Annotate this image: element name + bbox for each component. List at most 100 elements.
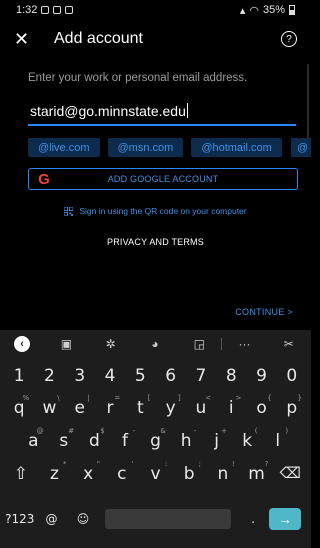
period-key[interactable]: . xyxy=(237,512,269,526)
key-label: f xyxy=(121,431,128,451)
qr-signin-link[interactable]: Sign in using the QR code on your comput… xyxy=(0,206,311,216)
key-label: v xyxy=(150,464,161,484)
letter-key[interactable]: w \ xyxy=(34,394,64,418)
more-button[interactable]: ··· xyxy=(222,330,266,358)
letter-key[interactable]: z * xyxy=(38,460,72,484)
key-label: l xyxy=(275,431,281,451)
voice-button[interactable]: ✂ xyxy=(267,330,311,358)
clipboard-button[interactable]: ▣ xyxy=(44,330,88,358)
number-key[interactable]: 1 xyxy=(4,366,34,386)
key-alt-label: { xyxy=(267,394,272,402)
key-alt-label: > xyxy=(235,394,242,402)
letter-key[interactable]: u < xyxy=(186,394,216,418)
shift-key[interactable]: ⇧ xyxy=(4,464,38,484)
letter-key[interactable]: h- xyxy=(171,427,202,451)
emoji-key[interactable]: ☺ xyxy=(67,512,99,526)
number-key[interactable]: 3 xyxy=(65,366,95,386)
letter-key[interactable]: i > xyxy=(216,394,246,418)
letter-key[interactable]: v: xyxy=(139,460,173,484)
letter-key[interactable]: e | xyxy=(65,394,95,418)
key-label: 0 xyxy=(286,366,298,386)
resize-button[interactable]: ◲ xyxy=(177,330,221,358)
letter-key[interactable]: c ' xyxy=(105,460,139,484)
privacy-and-terms-link[interactable]: PRIVACY AND TERMS xyxy=(0,237,311,247)
number-row: 1234567890 xyxy=(0,366,311,386)
key-label: x xyxy=(83,464,94,484)
letter-key[interactable]: q% xyxy=(4,394,34,418)
key-alt-label: ) xyxy=(285,427,289,435)
space-key[interactable] xyxy=(104,509,232,529)
image-icon xyxy=(65,6,74,14)
key-alt-label: * xyxy=(62,460,67,468)
key-label: d xyxy=(89,431,100,451)
close-icon[interactable]: ✕ xyxy=(14,29,36,50)
app-bar: ✕ Add account ? xyxy=(0,22,311,56)
key-label: 1 xyxy=(13,366,25,386)
page-title: Add account xyxy=(54,30,143,47)
letter-key[interactable]: j + xyxy=(201,427,232,451)
letter-key[interactable]: y] xyxy=(155,394,185,418)
number-key[interactable]: 2 xyxy=(34,366,64,386)
letter-key[interactable]: p} xyxy=(277,394,307,418)
letter-key[interactable]: d $ xyxy=(79,427,110,451)
key-alt-label: | xyxy=(87,394,90,402)
letter-row-3: ⇧ z * x " c ' v: b; n! m? ⌫ xyxy=(0,460,311,484)
letter-key[interactable]: o{ xyxy=(246,394,276,418)
kb-back-button[interactable]: ‹ xyxy=(0,330,44,358)
key-alt-label: & xyxy=(160,427,166,435)
gear-icon: ✲ xyxy=(105,337,116,351)
number-key[interactable]: 6 xyxy=(155,366,185,386)
symbols-key[interactable]: ?123 xyxy=(4,512,36,526)
key-alt-label: - xyxy=(193,427,197,435)
letter-key[interactable]: t[ xyxy=(125,394,155,418)
qr-code-icon xyxy=(64,206,74,216)
continue-button[interactable]: CONTINUE > xyxy=(235,307,293,317)
letter-key[interactable]: r = xyxy=(95,394,125,418)
keyboard-toolbar: ‹ ▣ ✲ ◕ ◲ ··· ✂ xyxy=(0,330,311,358)
key-label: k xyxy=(242,431,253,451)
key-label: t xyxy=(137,398,144,418)
number-key[interactable]: 0 xyxy=(277,366,307,386)
domain-chip-msn[interactable]: @msn.com xyxy=(107,138,184,157)
letter-key[interactable]: b; xyxy=(172,460,206,484)
add-google-account-button[interactable]: G ADD GOOGLE ACCOUNT xyxy=(28,168,298,190)
letter-key[interactable]: k( xyxy=(232,427,263,451)
letter-key[interactable]: a @ xyxy=(18,427,49,451)
key-alt-label: " xyxy=(96,460,101,468)
domain-chip-more[interactable]: @ xyxy=(291,138,311,157)
google-button-label: ADD GOOGLE ACCOUNT xyxy=(107,174,219,184)
letter-key[interactable]: n! xyxy=(206,460,240,484)
letter-key[interactable]: g & xyxy=(140,427,171,451)
key-alt-label: @ xyxy=(36,427,44,435)
settings-button[interactable]: ✲ xyxy=(89,330,133,358)
number-key[interactable]: 7 xyxy=(186,366,216,386)
back-icon: ‹ xyxy=(14,336,31,352)
letter-key[interactable]: x " xyxy=(71,460,105,484)
domain-chip-live[interactable]: @live.com xyxy=(28,138,100,157)
help-icon[interactable]: ? xyxy=(281,31,297,47)
number-key[interactable]: 4 xyxy=(95,366,125,386)
domain-chip-hotmail[interactable]: @hotmail.com xyxy=(191,138,282,157)
alert-icon xyxy=(53,6,62,14)
letter-key[interactable]: l) xyxy=(263,427,294,451)
letter-key[interactable]: f- xyxy=(110,427,141,451)
theme-button[interactable]: ◕ xyxy=(133,330,177,358)
letter-key[interactable]: s # xyxy=(49,427,80,451)
at-key[interactable]: @ xyxy=(36,512,68,526)
key-alt-label: ! xyxy=(231,460,235,468)
scroll-indicator xyxy=(307,64,309,144)
key-alt-label: } xyxy=(297,394,302,402)
letter-key[interactable]: m? xyxy=(240,460,274,484)
key-alt-label: ] xyxy=(178,394,181,402)
resize-icon: ◲ xyxy=(193,337,205,351)
key-label: p xyxy=(286,398,298,418)
number-key[interactable]: 5 xyxy=(125,366,155,386)
email-value: starid@go.minnstate.edu xyxy=(30,103,188,119)
number-key[interactable]: 9 xyxy=(246,366,276,386)
enter-key[interactable]: → xyxy=(269,508,301,530)
key-label: m xyxy=(248,464,265,484)
notification-icon xyxy=(41,6,50,14)
text-caret xyxy=(186,103,188,118)
backspace-key[interactable]: ⌫ xyxy=(273,464,307,484)
number-key[interactable]: 8 xyxy=(216,366,246,386)
